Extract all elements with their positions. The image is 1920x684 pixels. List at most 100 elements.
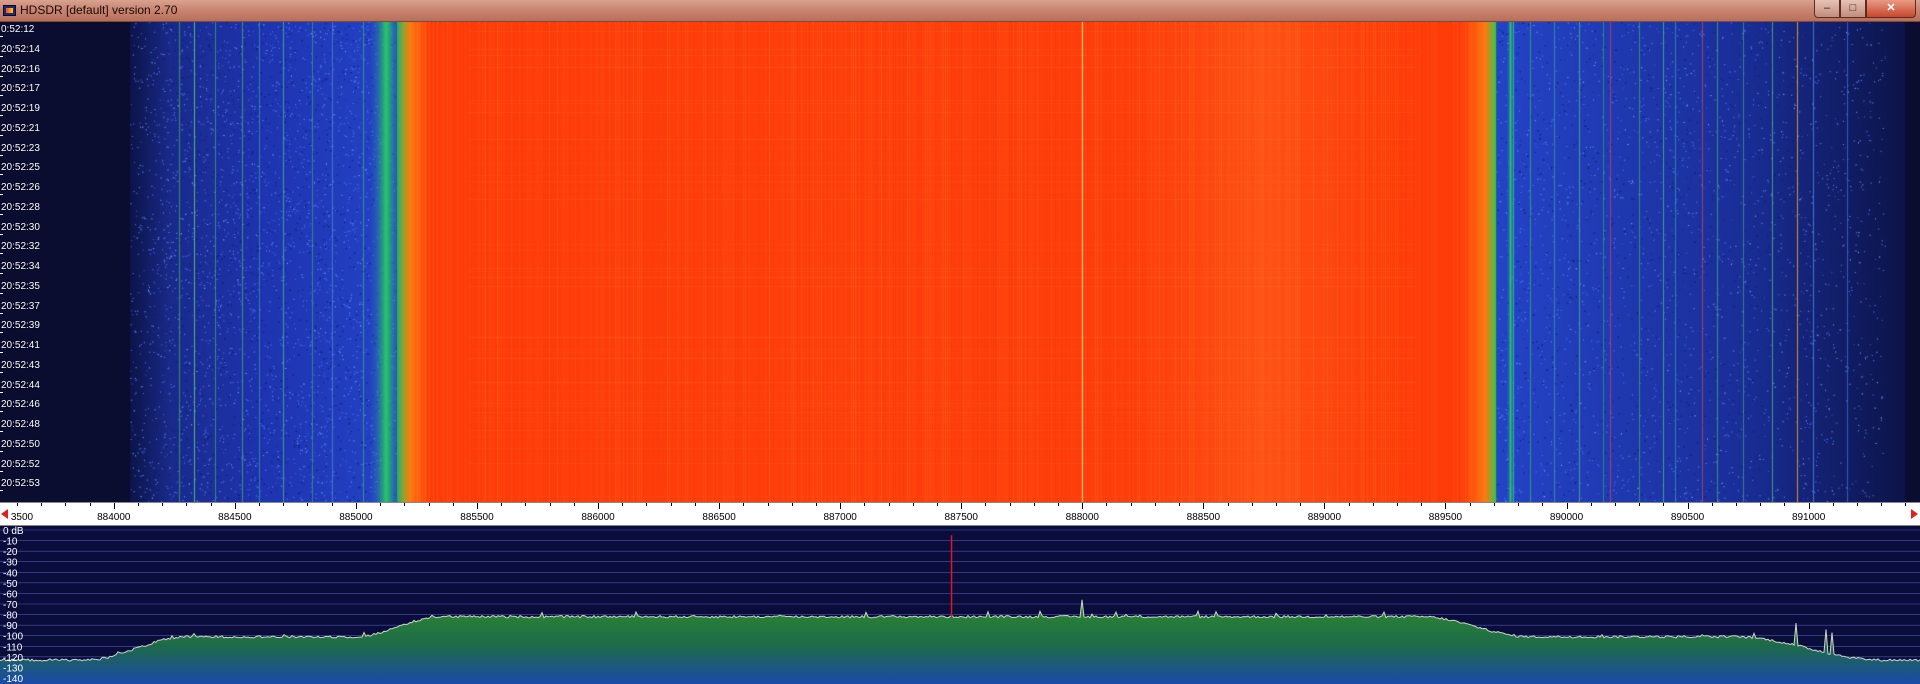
time-label: 20:52:39 [1,320,40,332]
db-label: -130 [3,663,23,674]
frequency-tick [283,503,284,506]
frequency-tick [1881,503,1882,506]
db-label: -40 [3,568,18,579]
time-tick [0,450,3,452]
time-label: 20:52:35 [1,280,40,292]
frequency-tick [235,503,236,509]
time-tick [0,391,3,393]
time-label: 20:52:43 [1,359,40,371]
frequency-tick [768,503,769,506]
db-label: -110 [3,642,23,653]
time-tick [0,371,3,373]
scroll-left-arrow-icon[interactable] [1,509,8,519]
frequency-tick [937,503,938,506]
frequency-tick [1155,503,1156,506]
frequency-tick [332,503,333,506]
frequency-tick [211,503,212,506]
frequency-tick [1276,503,1277,506]
time-label: 20:52:53 [1,478,40,490]
frequency-label: 886000 [581,512,615,523]
time-tick [0,470,3,472]
time-tick [0,213,3,215]
frequency-tick [1373,503,1374,506]
time-label: 20:52:30 [1,221,40,233]
time-tick [0,292,3,294]
app-icon[interactable] [3,5,16,16]
frequency-tick [695,503,696,506]
frequency-tick [1131,503,1132,506]
frequency-tick [525,503,526,506]
frequency-scale[interactable]: 3500 884000 884500 885000 885500 886000 886500… [0,502,1920,526]
time-label: 20:52:28 [1,201,40,213]
frequency-label: 885000 [339,512,373,523]
time-tick [0,174,3,176]
frequency-tick [1494,503,1495,506]
minimize-button[interactable]: – [1814,0,1840,18]
frequency-tick [961,503,962,509]
frequency-label: 889000 [1307,512,1342,523]
frequency-tick [307,503,308,506]
frequency-tick [162,503,163,506]
time-label: 20:52:48 [1,419,40,430]
time-label: 20:52:32 [1,241,40,253]
frequency-tick [1324,503,1325,509]
frequency-tick [1615,503,1616,506]
db-label: -10 [3,537,18,548]
time-label: 20:52:23 [1,142,40,154]
maximize-button[interactable]: □ [1840,0,1866,18]
time-tick [0,273,3,274]
time-tick [0,253,3,255]
frequency-tick [1809,503,1810,509]
time-label: 20:52:41 [1,340,40,351]
frequency-label: 891000 [1791,512,1826,523]
frequency-tick [1397,503,1398,506]
scroll-right-arrow-icon[interactable] [1911,509,1918,519]
time-tick [0,431,3,432]
time-label: 20:52:16 [1,63,40,75]
time-tick [0,55,3,57]
frequency-tick [985,503,986,506]
time-tick [0,490,3,492]
frequency-tick [598,503,599,509]
db-label: -60 [3,589,18,600]
frequency-tick [889,503,890,506]
waterfall-display[interactable] [0,22,1920,502]
time-tick [0,194,3,195]
frequency-tick [1857,503,1858,506]
frequency-tick [1470,503,1471,506]
frequency-tick [1421,503,1422,506]
close-button[interactable]: ✕ [1866,0,1916,18]
frequency-tick [1518,503,1519,506]
waterfall-time-axis: 0:52:12 20:52:14 20:52:16 20:52:17 20:52:19 2… [0,22,140,502]
window-title: HDSDR [default] version 2.70 [20,3,178,17]
frequency-tick [743,503,744,506]
frequency-tick [1034,503,1035,506]
time-tick [0,115,3,116]
frequency-tick [913,503,914,506]
frequency-tick [1567,503,1568,509]
frequency-tick [840,503,841,509]
db-label: -80 [3,611,18,622]
frequency-label: 889500 [1428,512,1463,523]
db-label: 0 dB [3,526,24,537]
frequency-tick [1228,503,1229,506]
db-label: -70 [3,600,18,611]
frequency-tick [380,503,381,506]
frequency-label: 887000 [823,512,857,523]
spectrum-display[interactable]: 0 dB-10-20-30-40-50-60-70-80-90-100-110-… [0,526,1920,684]
frequency-label: 888500 [1186,512,1221,523]
time-tick [0,154,3,156]
frequency-tick [501,503,502,506]
frequency-tick [1833,503,1834,506]
frequency-label: 885500 [460,512,494,523]
time-label: 20:52:21 [1,122,40,134]
frequency-label: 3500 [10,512,34,523]
frequency-tick [1905,503,1906,506]
time-tick [0,352,3,353]
time-label: 20:52:25 [1,162,40,174]
db-label: -120 [3,653,23,664]
db-label: -100 [3,632,23,643]
frequency-tick [1058,503,1059,506]
frequency-tick [1542,503,1543,506]
frequency-tick [41,503,42,506]
